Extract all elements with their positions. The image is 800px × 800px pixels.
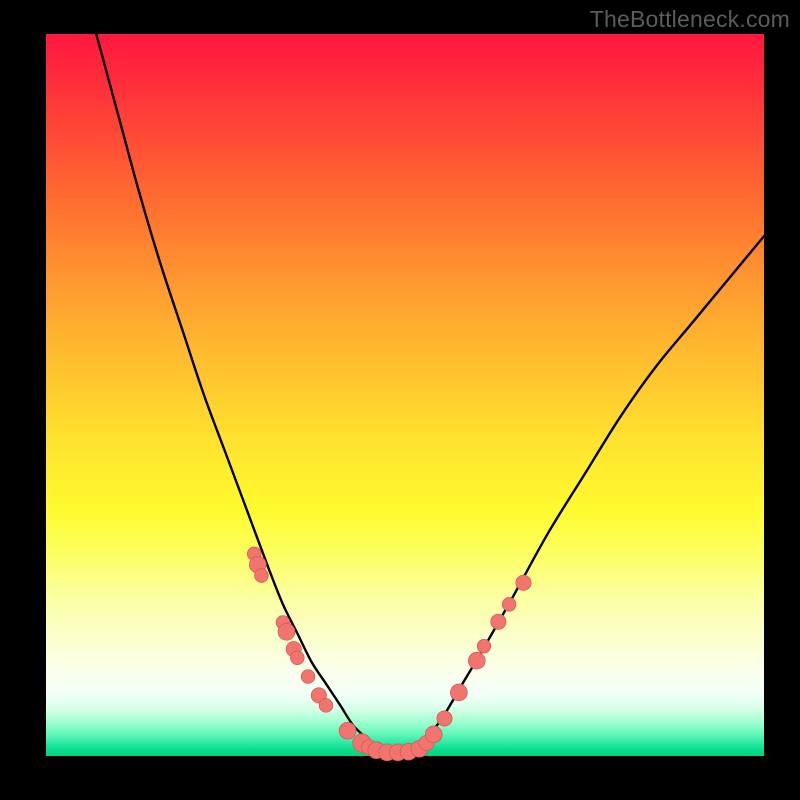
data-dot [477, 639, 491, 653]
data-dot [339, 722, 356, 739]
data-dot [502, 598, 516, 612]
data-dot [319, 699, 333, 713]
data-dot [255, 569, 269, 583]
chart-svg [46, 34, 764, 756]
data-dot [425, 726, 442, 743]
watermark-text: TheBottleneck.com [590, 6, 790, 33]
data-dot [450, 684, 467, 701]
chart-stage: TheBottleneck.com [0, 0, 800, 800]
data-dot [278, 623, 295, 640]
bottleneck-curve [96, 34, 764, 753]
data-dot [301, 670, 315, 684]
data-dot [491, 614, 506, 629]
data-dot [437, 711, 452, 726]
data-dot [516, 575, 531, 590]
data-dot [291, 651, 305, 665]
plot-area [46, 34, 764, 756]
data-dot [468, 652, 485, 669]
